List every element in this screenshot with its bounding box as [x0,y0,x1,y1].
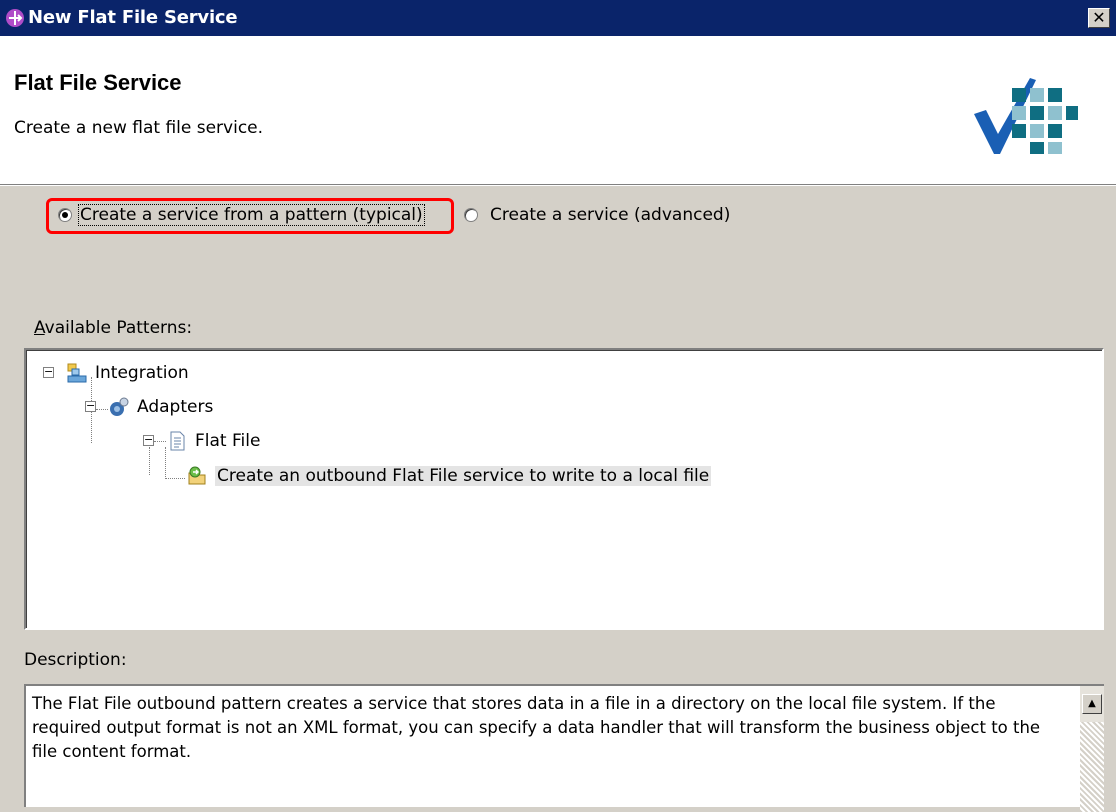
tree-node-flat-file[interactable]: Flat File [167,428,260,454]
collapse-flat-file-toggle[interactable]: − [143,434,154,446]
advanced-radio-button[interactable] [464,208,478,222]
description-box: The Flat File outbound pattern creates a… [24,684,1104,812]
wizard-header: Flat File Service Create a new flat file… [0,36,1116,185]
pattern-radio-option[interactable]: Create a service from a pattern (typical… [58,200,425,230]
description-text: The Flat File outbound pattern creates a… [32,694,1041,761]
tree-node-label: Create an outbound Flat File service to … [215,466,712,486]
pattern-radio-button[interactable] [58,208,72,222]
tree-node-label: Integration [95,363,189,383]
scroll-up-arrow-icon[interactable]: ▲ [1082,694,1102,714]
outbound-service-icon [188,466,206,485]
tree-connector [165,478,185,479]
page-title: Flat File Service [14,70,182,95]
pattern-radio-label[interactable]: Create a service from a pattern (typical… [78,204,425,226]
advanced-radio-option[interactable]: Create a service (advanced) [464,200,730,230]
window-title: New Flat File Service [28,7,238,28]
patterns-tree[interactable]: − Integration − Adapters − Flat File Cre… [24,348,1104,630]
collapse-adapters-toggle[interactable]: − [85,400,96,412]
tree-node-integration[interactable]: Integration [67,360,189,386]
tree-node-label: Flat File [195,431,261,451]
flat-file-wizard-icon [974,78,1078,154]
header-separator [0,185,1116,186]
tree-connector [96,409,108,410]
tree-connector [149,447,150,475]
advanced-radio-label[interactable]: Create a service (advanced) [490,205,730,225]
tree-connector [165,447,166,479]
document-icon [170,431,185,451]
description-scrollbar[interactable]: ▲ [1080,686,1104,812]
available-patterns-label: Available Patterns: [34,318,193,338]
description-label: Description: [24,650,127,670]
tree-node-outbound-flat-file-service[interactable]: Create an outbound Flat File service to … [187,463,712,489]
page-subtitle: Create a new flat file service. [14,118,264,138]
scroll-track[interactable] [1080,722,1104,812]
title-bar: New Flat File Service ✕ [0,0,1116,36]
adapters-icon [110,397,129,416]
close-button[interactable]: ✕ [1088,8,1110,28]
tree-node-label: Adapters [137,397,214,417]
integration-icon [67,363,87,383]
tree-node-adapters[interactable]: Adapters [109,394,213,420]
tree-connector [154,441,166,442]
app-icon [6,9,24,27]
collapse-integration-toggle[interactable]: − [43,366,54,378]
